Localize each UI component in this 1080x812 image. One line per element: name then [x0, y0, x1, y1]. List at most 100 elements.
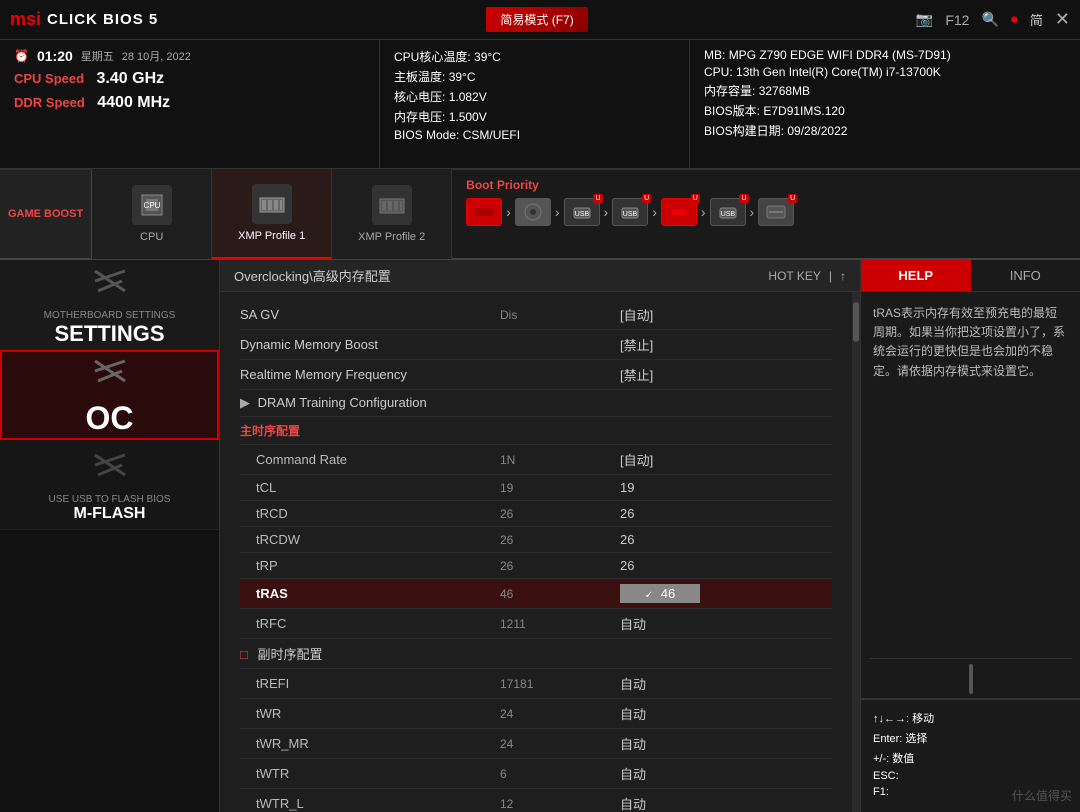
- game-boost-bar: GAME BOOST CPU CPU XMP Profile 1 XMP Pro…: [0, 170, 1080, 260]
- breadcrumb-text: Overclocking\高级内存配置: [234, 266, 391, 285]
- cpu-speed-row: CPU Speed 3.40 GHz: [14, 70, 365, 88]
- trcd-value: 26: [620, 506, 634, 521]
- row-command-rate[interactable]: Command Rate 1N [自动]: [240, 445, 832, 475]
- header-right: 📷 F12 🔍 ⏺ 简 ✕: [916, 9, 1070, 30]
- realtime-freq-value: [禁止]: [620, 365, 653, 384]
- close-button[interactable]: ✕: [1055, 9, 1070, 30]
- game-boost-label: GAME BOOST: [0, 170, 92, 258]
- row-realtime-freq[interactable]: Realtime Memory Frequency [禁止]: [240, 360, 832, 390]
- trfc-value: 自动: [620, 614, 646, 633]
- row-dram-training[interactable]: ▶ DRAM Training Configuration: [240, 390, 832, 417]
- mem-voltage: 内存电压: 1.500V: [394, 108, 675, 125]
- ddr-speed-row: DDR Speed 4400 MHz: [14, 94, 365, 112]
- red-drive-icon: U: [661, 198, 697, 226]
- mflash-icon: [90, 447, 130, 490]
- time-display: 01:20: [37, 48, 73, 64]
- help-text: tRAS表示内存有效至预充电的最短周期。如果当你把这项设置小了，系统会运行的更快…: [873, 304, 1068, 381]
- boot-device-usb3[interactable]: U USB: [710, 198, 746, 226]
- twtr-label: tWTR: [240, 766, 500, 781]
- timing-config-label: 主时序配置: [240, 422, 500, 439]
- day-display: 星期五: [81, 48, 114, 64]
- screenshot-icon[interactable]: 📷: [916, 11, 933, 28]
- row-twr[interactable]: tWR 24 自动: [240, 699, 832, 729]
- row-trcd[interactable]: tRCD 26 26: [240, 501, 832, 527]
- row-twr-mr[interactable]: tWR_MR 24 自动: [240, 729, 832, 759]
- right-scroll-thumb[interactable]: [969, 664, 973, 694]
- tras-label: tRAS: [240, 586, 500, 601]
- ddr-speed-value: 4400 MHz: [97, 94, 170, 111]
- mem-capacity: 内存容量: 32768MB: [704, 82, 1066, 99]
- row-dynamic-memory[interactable]: Dynamic Memory Boost [禁止]: [240, 330, 832, 360]
- svg-text:USB: USB: [574, 211, 589, 218]
- breadcrumb-hotkey: HOT KEY | ↑: [768, 269, 846, 283]
- sidebar: Motherboard settings SETTINGS OC: [0, 260, 220, 812]
- trefi-value: 自动: [620, 674, 646, 693]
- record-icon[interactable]: ⏺: [1011, 11, 1018, 28]
- boost-options: CPU CPU XMP Profile 1 XMP Profile 2: [92, 170, 452, 258]
- sidebar-item-mflash[interactable]: Use USB to flash BIOS M-FLASH: [0, 440, 219, 530]
- info-right: MB: MPG Z790 EDGE WIFI DDR4 (MS-7D91) CP…: [690, 40, 1080, 168]
- tab-help[interactable]: HELP: [861, 260, 971, 291]
- help-content: tRAS表示内存有效至预充电的最短周期。如果当你把这项设置小了，系统会运行的更快…: [861, 292, 1080, 658]
- scroll-indicator[interactable]: [852, 292, 860, 812]
- boot-priority-section: Boot Priority › › U USB: [452, 170, 1080, 258]
- main-content: Motherboard settings SETTINGS OC: [0, 260, 1080, 812]
- twtr-l-mid: 12: [500, 797, 620, 811]
- tras-mid: 46: [500, 587, 620, 601]
- easy-mode-button[interactable]: 简易模式 (F7): [486, 7, 587, 32]
- row-twtr[interactable]: tWTR 6 自动: [240, 759, 832, 789]
- row-tcl[interactable]: tCL 19 19: [240, 475, 832, 501]
- boost-xmp2[interactable]: XMP Profile 2: [332, 169, 452, 259]
- boot-device-disk[interactable]: [515, 198, 551, 226]
- mflash-sublabel: Use USB to flash BIOS: [49, 494, 171, 505]
- boot-device-usb2[interactable]: U USB: [612, 198, 648, 226]
- clock-icon: ⏰: [14, 49, 29, 63]
- usb3-icon: U USB: [710, 198, 746, 226]
- sub-timing-label: □ 副时序配置: [240, 644, 500, 663]
- row-twtr-l[interactable]: tWTR_L 12 自动: [240, 789, 832, 812]
- right-tabs: HELP INFO: [861, 260, 1080, 292]
- header-center: 简易模式 (F7): [158, 7, 916, 32]
- row-tras[interactable]: tRAS 46 46: [240, 579, 832, 609]
- row-trcdw[interactable]: tRCDW 26 26: [240, 527, 832, 553]
- f12-label: F12: [945, 12, 969, 28]
- boost-cpu-label: CPU: [140, 231, 163, 243]
- tab-info[interactable]: INFO: [971, 260, 1080, 291]
- twtr-l-value: 自动: [620, 794, 646, 812]
- trcdw-label: tRCDW: [240, 532, 500, 547]
- tcl-mid: 19: [500, 481, 620, 495]
- scroll-thumb[interactable]: [853, 302, 859, 342]
- panel-content: SA GV Dis [自动] Dynamic Memory Boost [禁止]…: [220, 292, 852, 812]
- row-trp[interactable]: tRP 26 26: [240, 553, 832, 579]
- svg-text:USB: USB: [623, 211, 638, 218]
- sa-gv-mid: Dis: [500, 308, 620, 322]
- back-icon[interactable]: ↑: [840, 269, 846, 283]
- trcdw-mid: 26: [500, 533, 620, 547]
- boost-xmp2-label: XMP Profile 2: [358, 231, 425, 243]
- boot-device-usb1[interactable]: U USB: [564, 198, 600, 226]
- tras-value: 46: [661, 586, 675, 601]
- row-sa-gv[interactable]: SA GV Dis [自动]: [240, 300, 832, 330]
- boost-xmp1-label: XMP Profile 1: [238, 230, 305, 242]
- boot-device-net[interactable]: U: [758, 198, 794, 226]
- tras-value-box[interactable]: 46: [620, 584, 700, 603]
- row-trfc[interactable]: tRFC 1211 自动: [240, 609, 832, 639]
- info-left: ⏰ 01:20 星期五 28 10月, 2022 CPU Speed 3.40 …: [0, 40, 380, 168]
- lang-button[interactable]: 简: [1030, 10, 1043, 29]
- boot-arrow-4: ›: [652, 204, 657, 220]
- boot-device-hdd[interactable]: [466, 198, 502, 226]
- row-trefi[interactable]: tREFI 17181 自动: [240, 669, 832, 699]
- sidebar-item-settings[interactable]: Motherboard settings SETTINGS: [0, 260, 219, 350]
- command-rate-mid: 1N: [500, 453, 620, 467]
- trp-label: tRP: [240, 558, 500, 573]
- search-icon[interactable]: 🔍: [981, 11, 998, 28]
- timing-config-header: 主时序配置: [240, 417, 832, 445]
- boot-device-red[interactable]: U: [661, 198, 697, 226]
- sidebar-item-oc[interactable]: OC: [0, 350, 219, 440]
- watermark: 什么值得买: [1012, 787, 1072, 804]
- twr-label: tWR: [240, 706, 500, 721]
- boost-cpu[interactable]: CPU CPU: [92, 169, 212, 259]
- nav-hint-value: +/-: 数值: [873, 750, 1068, 766]
- oc-icon: [90, 353, 130, 396]
- boost-xmp1[interactable]: XMP Profile 1: [212, 169, 332, 259]
